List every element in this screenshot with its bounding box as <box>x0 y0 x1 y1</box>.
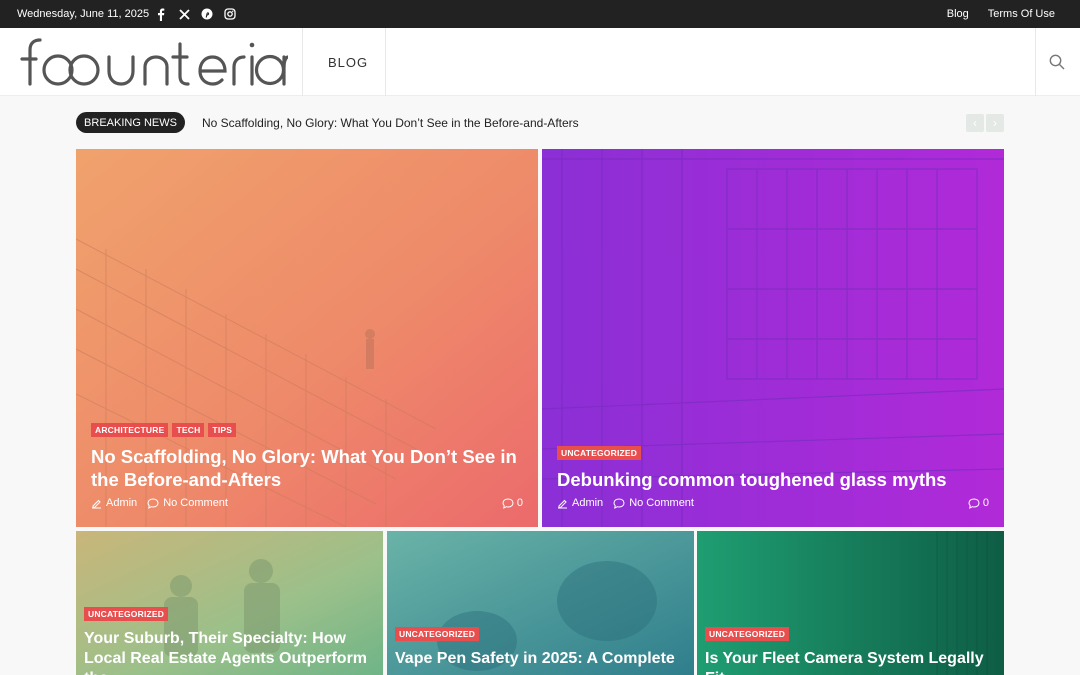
comment-icon <box>502 497 514 509</box>
post-title[interactable]: Is Your Fleet Camera System Legally Fit <box>705 649 996 675</box>
category-badge[interactable]: TECH <box>172 423 205 437</box>
post-author[interactable]: Admin <box>106 497 137 509</box>
featured-post-card[interactable]: UNCATEGORIZED Debunking common toughened… <box>542 149 1004 527</box>
current-date: Wednesday, June 11, 2025 <box>17 8 150 20</box>
breaking-news-bar: BREAKING NEWS No Scaffolding, No Glory: … <box>76 112 1004 133</box>
category-badge[interactable]: UNCATEGORIZED <box>705 627 790 641</box>
header-divider <box>385 28 386 96</box>
post-card[interactable]: UNCATEGORIZED Vape Pen Safety in 2025: A… <box>387 531 694 675</box>
top-links: Blog Terms Of Use <box>947 8 1055 20</box>
category-badge[interactable]: UNCATEGORIZED <box>395 627 480 641</box>
site-logo[interactable] <box>16 32 290 92</box>
post-comment-count[interactable]: 0 <box>517 497 523 509</box>
post-comment-count[interactable]: 0 <box>983 497 989 509</box>
site-header: BLOG <box>0 28 1080 96</box>
category-badge[interactable]: TIPS <box>208 423 237 437</box>
x-twitter-icon[interactable] <box>178 6 190 22</box>
post-categories: UNCATEGORIZED <box>84 607 375 621</box>
facebook-icon[interactable] <box>155 6 167 22</box>
comment-icon <box>613 497 625 509</box>
top-bar: Wednesday, June 11, 2025 Blog Terms Of U… <box>0 0 1080 28</box>
post-categories: UNCATEGORIZED <box>557 446 989 460</box>
post-comments-label[interactable]: No Comment <box>163 497 228 509</box>
nav-blog[interactable]: BLOG <box>328 55 368 70</box>
featured-post-card[interactable]: ARCHITECTURE TECH TIPS No Scaffolding, N… <box>76 149 538 527</box>
header-divider <box>302 28 303 96</box>
post-card[interactable]: UNCATEGORIZED Is Your Fleet Camera Syste… <box>697 531 1004 675</box>
comment-icon <box>147 497 159 509</box>
category-badge[interactable]: UNCATEGORIZED <box>84 607 169 621</box>
prev-arrow-icon[interactable]: ‹ <box>966 114 984 132</box>
post-title[interactable]: No Scaffolding, No Glory: What You Don’t… <box>91 445 523 491</box>
breaking-news-label: BREAKING NEWS <box>76 112 185 133</box>
instagram-icon[interactable] <box>224 6 236 22</box>
category-badge[interactable]: ARCHITECTURE <box>91 423 169 437</box>
post-meta: Admin No Comment 0 <box>557 497 989 509</box>
top-link-terms[interactable]: Terms Of Use <box>988 8 1055 20</box>
edit-icon <box>558 499 567 508</box>
post-meta: Admin No Comment 0 <box>91 497 523 509</box>
post-card[interactable]: UNCATEGORIZED Your Suburb, Their Special… <box>76 531 383 675</box>
category-badge[interactable]: UNCATEGORIZED <box>557 446 642 460</box>
post-categories: ARCHITECTURE TECH TIPS <box>91 423 523 437</box>
post-title[interactable]: Vape Pen Safety in 2025: A Complete <box>395 649 686 669</box>
header-divider <box>1035 28 1036 96</box>
post-title[interactable]: Your Suburb, Their Specialty: How Local … <box>84 629 375 675</box>
pinterest-icon[interactable] <box>201 6 213 22</box>
post-comments-label[interactable]: No Comment <box>629 497 694 509</box>
post-categories: UNCATEGORIZED <box>395 627 686 641</box>
breaking-news-headline[interactable]: No Scaffolding, No Glory: What You Don’t… <box>202 116 579 130</box>
breaking-news-nav: ‹ › <box>966 114 1004 132</box>
comment-icon <box>968 497 980 509</box>
post-categories: UNCATEGORIZED <box>705 627 996 641</box>
top-link-blog[interactable]: Blog <box>947 8 969 20</box>
search-icon[interactable] <box>1048 53 1066 71</box>
post-title[interactable]: Debunking common toughened glass myths <box>557 468 989 491</box>
next-arrow-icon[interactable]: › <box>986 114 1004 132</box>
edit-icon <box>92 499 101 508</box>
post-author[interactable]: Admin <box>572 497 603 509</box>
social-links <box>155 6 236 22</box>
